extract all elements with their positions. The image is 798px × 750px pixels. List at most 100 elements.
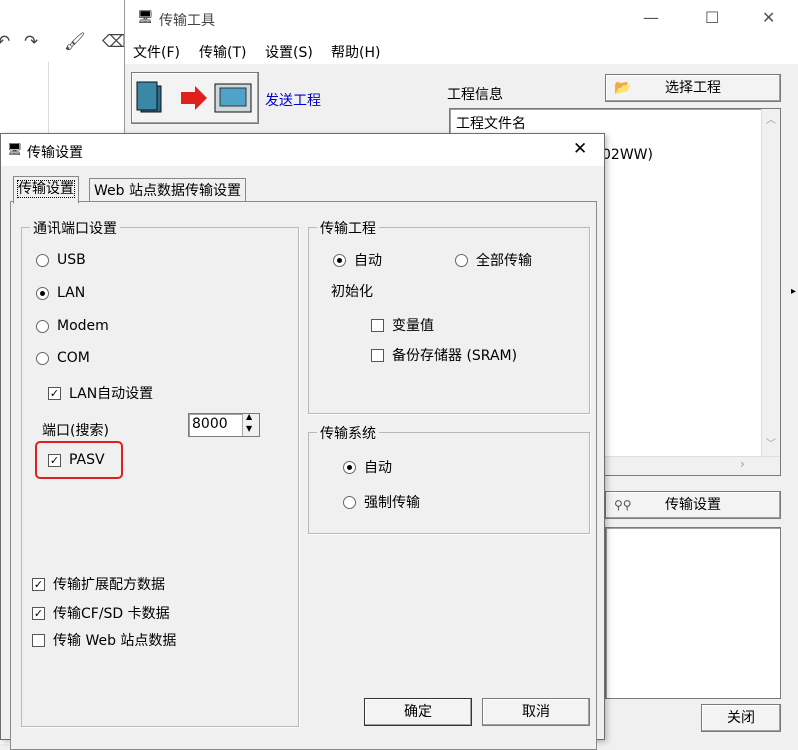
ext-recipe-label: 传输扩展配方数据 xyxy=(53,577,165,593)
maximize-icon[interactable]: ☐ xyxy=(705,8,719,27)
redo-icon[interactable]: ↷ xyxy=(24,32,38,52)
web-data-label: 传输 Web 站点数据 xyxy=(53,633,177,649)
transfer-settings-button[interactable]: ⚲⚲ 传输设置 xyxy=(605,491,781,519)
port-label: 端口(搜索) xyxy=(42,423,109,439)
cable-icon: ⚲⚲ xyxy=(614,498,632,512)
radio-project-auto-indicator[interactable] xyxy=(333,253,346,267)
transfer-system-group: 传输系统 自动 强制传输 xyxy=(308,423,590,534)
port-value: 8000 xyxy=(192,416,228,432)
checkbox-cf-sd[interactable]: ✓ 传输CF/SD 卡数据 xyxy=(32,603,170,623)
dialog-icon: 🖥 xyxy=(7,142,23,156)
radio-usb-label: USB xyxy=(57,252,86,268)
port-spinner[interactable]: 8000 ▲ ▼ xyxy=(188,412,260,437)
web-data-check-box[interactable] xyxy=(32,633,45,647)
checkbox-backup-sram[interactable]: 备份存储器 (SRAM) xyxy=(371,345,517,365)
radio-modem-indicator[interactable] xyxy=(36,319,49,333)
checkbox-web-data[interactable]: 传输 Web 站点数据 xyxy=(32,630,176,650)
menu-settings[interactable]: 设置(S) xyxy=(265,42,313,62)
radio-lan-indicator[interactable] xyxy=(36,286,49,300)
tab-transfer-settings-label: 传输设置 xyxy=(17,180,75,198)
undo-icon[interactable]: ↶ xyxy=(0,32,10,52)
dialog-close-icon[interactable]: ✕ xyxy=(573,139,587,159)
variable-check-box[interactable] xyxy=(371,318,384,332)
ok-button[interactable]: 确定 xyxy=(364,698,472,726)
radio-project-all[interactable]: 全部传输 xyxy=(455,250,532,270)
checkbox-lan-auto[interactable]: ✓ LAN自动设置 xyxy=(48,383,153,403)
eraser-icon[interactable]: ⌫ xyxy=(102,32,126,52)
radio-usb-indicator[interactable] xyxy=(36,253,49,267)
menu-file[interactable]: 文件(F) xyxy=(133,42,180,62)
radio-lan[interactable]: LAN xyxy=(36,285,85,301)
radio-com-label: COM xyxy=(57,350,90,366)
system-auto-label: 自动 xyxy=(364,460,392,476)
tab-transfer-settings[interactable]: 传输设置 xyxy=(13,176,79,204)
cf-sd-label: 传输CF/SD 卡数据 xyxy=(53,606,170,622)
cf-sd-checkmark-icon[interactable]: ✓ xyxy=(32,606,45,620)
project-info-partial-text: 02WW) xyxy=(602,147,653,163)
radio-lan-label: LAN xyxy=(57,285,86,301)
project-all-label: 全部传输 xyxy=(476,253,532,269)
minimize-icon[interactable]: — xyxy=(643,8,659,27)
radio-project-all-indicator[interactable] xyxy=(455,253,468,267)
checkbox-ext-recipe[interactable]: ✓ 传输扩展配方数据 xyxy=(32,574,165,594)
select-project-button[interactable]: 📂 选择工程 xyxy=(605,74,781,102)
init-label: 初始化 xyxy=(331,284,373,300)
project-auto-label: 自动 xyxy=(354,253,382,269)
menu-help[interactable]: 帮助(H) xyxy=(331,42,380,62)
radio-system-force[interactable]: 强制传输 xyxy=(343,492,420,512)
cancel-button[interactable]: 取消 xyxy=(482,698,590,726)
select-project-label: 选择工程 xyxy=(665,80,721,96)
transfer-project-title: 传输工程 xyxy=(317,218,379,238)
editor-toolbar: ↶ ↷ 🖌 ⌫ xyxy=(0,0,130,63)
radio-com-indicator[interactable] xyxy=(36,351,49,365)
radio-system-auto[interactable]: 自动 xyxy=(343,457,392,477)
close-button[interactable]: 关闭 xyxy=(701,704,781,732)
radio-system-auto-indicator[interactable] xyxy=(343,460,356,474)
send-project-button[interactable] xyxy=(131,72,259,124)
dialog-titlebar: 🖥 传输设置 ✕ xyxy=(1,134,604,166)
radio-system-force-indicator[interactable] xyxy=(343,495,356,509)
tab-web-transfer-settings[interactable]: Web 站点数据传输设置 xyxy=(89,178,246,203)
transfer-project-group: 传输工程 自动 全部传输 初始化 变量值 备份存储器 (SRAM) xyxy=(308,218,590,414)
transfer-settings-label: 传输设置 xyxy=(665,497,721,513)
pc-to-gp-icon xyxy=(136,81,252,113)
system-force-label: 强制传输 xyxy=(364,495,420,511)
radio-modem-label: Modem xyxy=(57,318,109,334)
lan-auto-checkmark-icon[interactable]: ✓ xyxy=(48,386,61,400)
spin-up-icon[interactable]: ▲ xyxy=(246,412,252,421)
spin-down-icon[interactable]: ▼ xyxy=(246,424,252,433)
ext-recipe-checkmark-icon[interactable]: ✓ xyxy=(32,577,45,591)
format-painter-icon[interactable]: 🖌 xyxy=(64,32,86,52)
scroll-up-icon[interactable]: ︿ xyxy=(766,111,776,126)
tool-titlebar: 🖥 传输工具 — ☐ ✕ xyxy=(125,0,798,38)
scroll-down-icon[interactable]: ﹀ xyxy=(766,435,776,450)
pasv-highlight-box xyxy=(35,441,123,479)
checkbox-variable[interactable]: 变量值 xyxy=(371,315,434,335)
comm-port-title: 通讯端口设置 xyxy=(30,218,120,238)
vertical-scrollbar[interactable]: ︿ ﹀ xyxy=(761,109,780,457)
backup-sram-check-box[interactable] xyxy=(371,348,384,362)
expand-arrow-icon[interactable]: ▸ xyxy=(791,286,796,297)
scroll-right-icon[interactable]: › xyxy=(740,457,745,471)
dialog-title: 传输设置 xyxy=(27,145,83,161)
radio-modem[interactable]: Modem xyxy=(36,318,109,334)
menu-transfer[interactable]: 传输(T) xyxy=(199,42,246,62)
comm-port-group: 通讯端口设置 USB LAN Modem COM ✓ LAN自动设置 端口(搜索)… xyxy=(21,218,299,727)
spinner-buttons[interactable]: ▲ ▼ xyxy=(242,412,259,436)
tool-menubar: 文件(F) 传输(T) 设置(S) 帮助(H) xyxy=(125,38,798,64)
backup-sram-label: 备份存储器 (SRAM) xyxy=(392,348,518,364)
send-project-label[interactable]: 发送工程 xyxy=(265,90,321,110)
radio-com[interactable]: COM xyxy=(36,350,90,366)
radio-usb[interactable]: USB xyxy=(36,252,86,268)
folder-icon: 📂 xyxy=(614,80,632,96)
tab-panel: 通讯端口设置 USB LAN Modem COM ✓ LAN自动设置 端口(搜索)… xyxy=(10,201,597,750)
radio-project-auto[interactable]: 自动 xyxy=(333,250,382,270)
project-info-label: 工程信息 xyxy=(447,87,503,103)
lan-auto-label: LAN自动设置 xyxy=(69,386,154,402)
tool-title: 传输工具 xyxy=(159,13,215,29)
project-file-name-text: 工程文件名 xyxy=(456,116,526,132)
transfer-status-box xyxy=(605,527,781,699)
variable-label: 变量值 xyxy=(392,318,434,334)
close-window-icon[interactable]: ✕ xyxy=(762,8,775,27)
transfer-settings-dialog: 🖥 传输设置 ✕ 传输设置 Web 站点数据传输设置 通讯端口设置 USB LA… xyxy=(0,133,605,750)
